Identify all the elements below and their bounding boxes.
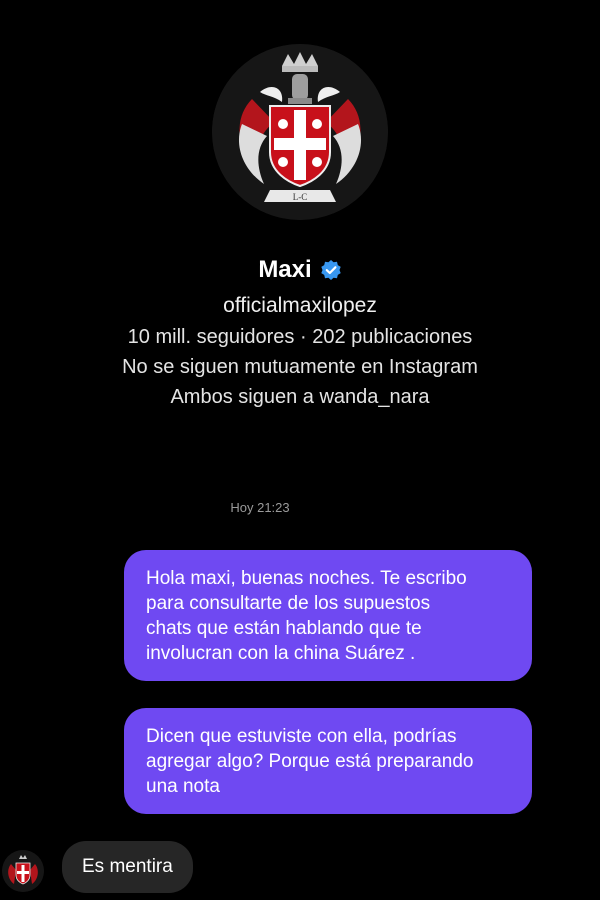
profile-name[interactable]: Maxi <box>258 256 311 284</box>
message-text: Hola maxi, buenas noches. Te escribo par… <box>146 568 467 664</box>
common-follow-info: Ambos siguen a wanda_nara <box>170 386 430 408</box>
mutual-follow-status: No se siguen mutuamente en Instagram <box>122 356 478 378</box>
verified-badge-icon <box>320 259 342 281</box>
profile-stats: 10 mill. seguidores · 202 publicaciones <box>127 326 473 348</box>
sender-avatar[interactable] <box>2 850 44 892</box>
sent-message-bubble[interactable]: Dicen que estuviste con ella, podrías ag… <box>124 708 532 814</box>
profile-name-row: Maxi <box>0 256 600 284</box>
sent-message-bubble[interactable]: Hola maxi, buenas noches. Te escribo par… <box>124 550 532 681</box>
message-text: Dicen que estuviste con ella, podrías ag… <box>146 726 474 797</box>
profile-handle[interactable]: officialmaxilopez <box>0 294 600 318</box>
chat-timestamp: Hoy 21:23 <box>230 500 290 515</box>
profile-avatar[interactable]: L-C <box>212 44 388 220</box>
crest-monogram: L-C <box>293 192 308 202</box>
message-text: Es mentira <box>82 856 173 877</box>
received-message-bubble[interactable]: Es mentira <box>62 841 193 893</box>
crest-icon: L-C <box>212 44 388 220</box>
